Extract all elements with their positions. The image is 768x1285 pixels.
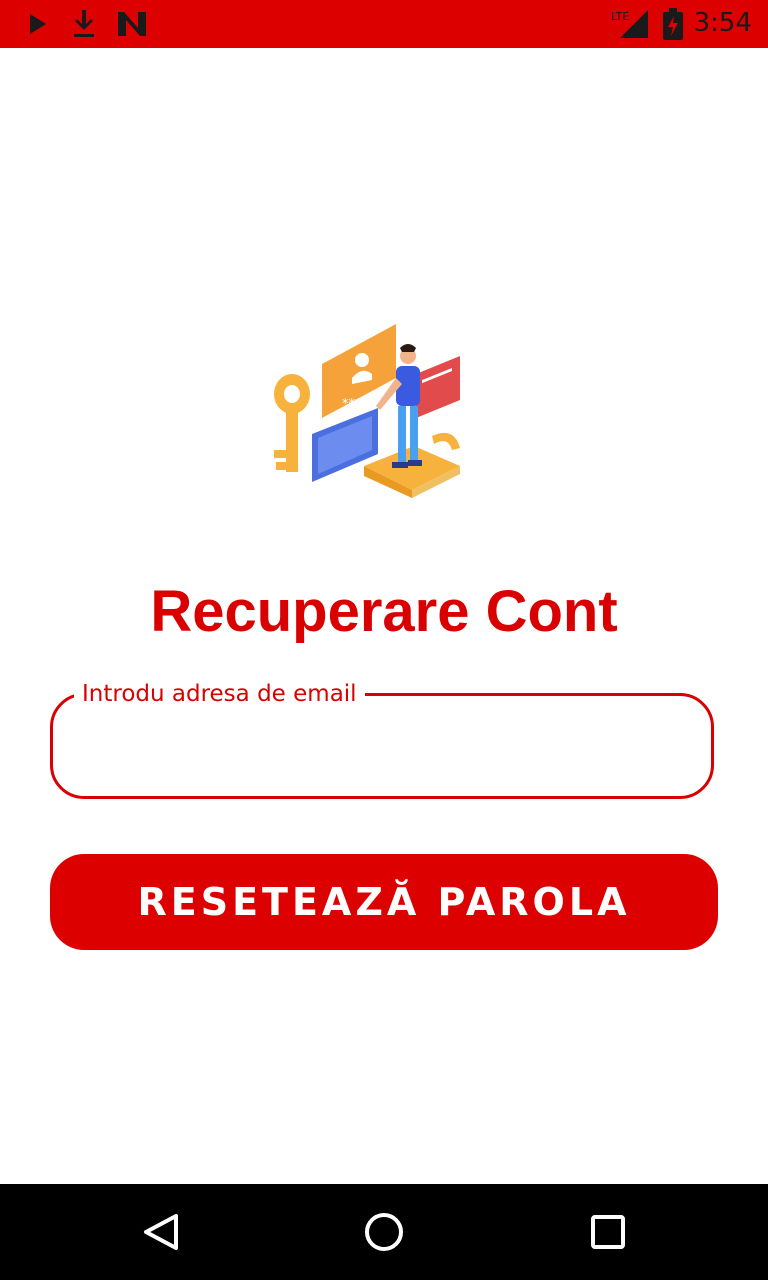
back-icon[interactable]	[112, 1184, 208, 1280]
status-time: 3:54	[693, 8, 752, 38]
status-bar: LTE 3:54	[0, 0, 768, 48]
download-icon	[72, 8, 96, 45]
key-icon	[274, 374, 310, 472]
email-field[interactable]	[80, 722, 684, 774]
page-title: Recuperare Cont	[150, 579, 618, 644]
code-panel-icon	[416, 356, 460, 418]
navigation-bar	[0, 1184, 768, 1280]
account-recovery-illustration: *****	[264, 318, 468, 502]
email-field-label: Introdu adresa de email	[74, 681, 365, 707]
svg-text:*****: *****	[342, 397, 375, 412]
home-icon[interactable]	[336, 1184, 432, 1280]
lte-signal-icon: LTE	[610, 8, 650, 45]
reset-password-button[interactable]: RESETEAZĂ PAROLA	[50, 854, 718, 950]
svg-text:LTE: LTE	[611, 10, 629, 23]
recents-icon[interactable]	[560, 1184, 656, 1280]
n-app-icon	[116, 10, 148, 43]
battery-charging-icon	[662, 8, 684, 45]
play-store-icon	[28, 12, 48, 41]
